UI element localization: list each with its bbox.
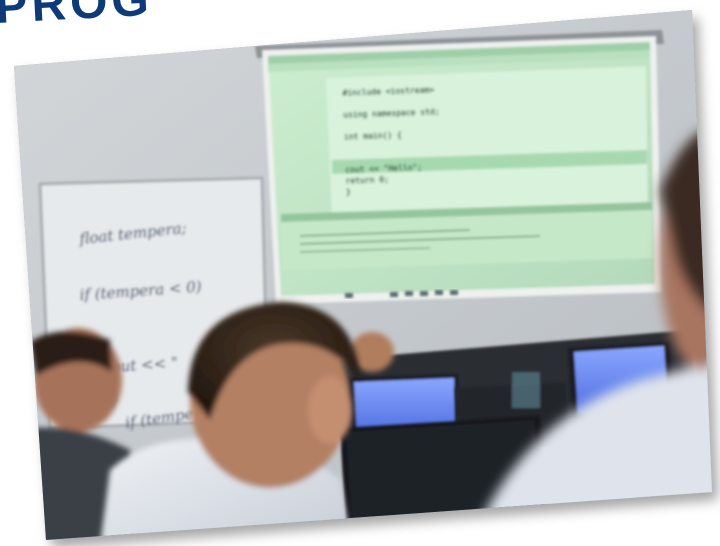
code-line: } xyxy=(346,187,351,196)
code-line: return 0; xyxy=(345,175,389,186)
photo: #include <iostream> using namespace std;… xyxy=(0,0,720,546)
classroom-photo: #include <iostream> using namespace std;… xyxy=(14,10,712,540)
projector-screen xyxy=(262,36,662,304)
page: #include <iostream> using namespace std;… xyxy=(0,0,720,546)
